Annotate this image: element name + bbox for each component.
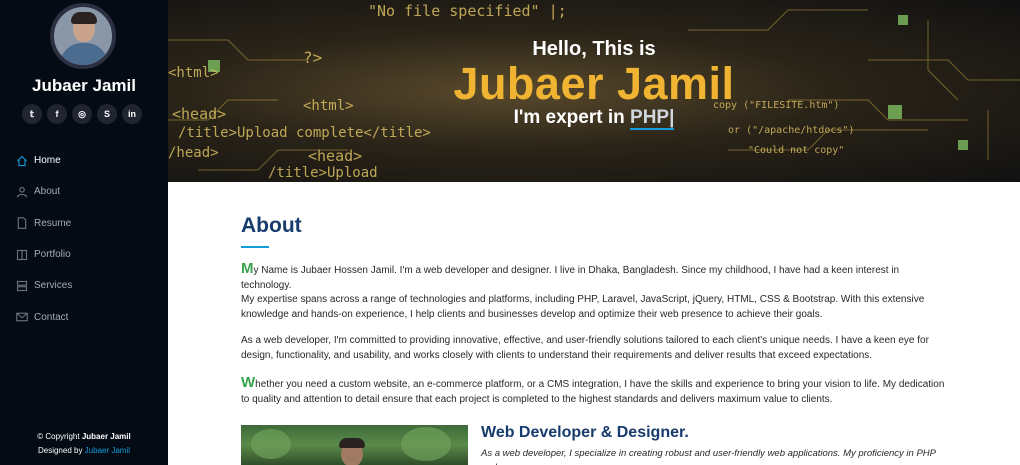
designer-link[interactable]: Jubaer Jamil (85, 446, 130, 455)
nav-item-services[interactable]: Services (16, 270, 72, 301)
profile-name: Jubaer Jamil (32, 76, 136, 95)
section-subtitle: Web Developer & Designer. (481, 424, 689, 441)
about-paragraph-3: As a web developer, I'm committed to pro… (241, 335, 929, 361)
designed-by: Designed by Jubaer Jamil (0, 444, 168, 458)
about-paragraph-4: Whether you need a custom website, an e-… (241, 374, 946, 407)
twitter-icon[interactable]: 𝕥 (22, 104, 42, 124)
nav-item-about[interactable]: About (16, 176, 72, 207)
nav-label: Home (34, 155, 61, 167)
copyright: © Copyright Jubaer Jamil (0, 430, 168, 444)
drop-cap: W (241, 374, 256, 391)
nav-label: Resume (34, 217, 72, 229)
designed-prefix: Designed by (37, 446, 85, 455)
hero-banner: "No file specified" |; <html> <head> /ti… (168, 0, 1020, 182)
drop-cap: M (241, 260, 254, 277)
title-underline (241, 246, 269, 248)
copyright-name: Jubaer Jamil (81, 432, 131, 441)
about-paragraph-1: My Name is Jubaer Hossen Jamil. I'm a we… (241, 260, 946, 293)
paragraph-text: y Name is Jubaer Hossen Jamil. I'm a web… (241, 265, 900, 291)
social-links: 𝕥 f ◎ S in (22, 104, 142, 124)
about-title: About (241, 214, 302, 237)
nav-label: Contact (34, 311, 69, 323)
sidebar: Jubaer Jamil 𝕥 f ◎ S in Home About Resum… (0, 0, 168, 465)
hero-name: Jubaer Jamil (453, 58, 735, 109)
expertise-prefix: I'm expert in (513, 107, 631, 128)
paragraph-text: hether you need a custom website, an e-c… (241, 379, 945, 405)
code-decoration: "No file specified" |; (368, 2, 567, 20)
instagram-icon[interactable]: ◎ (72, 104, 92, 124)
code-decoration: /title>Upload (268, 165, 378, 181)
subtitle-description: As a web developer, I specialize in crea… (481, 448, 936, 465)
nav-item-resume[interactable]: Resume (16, 208, 72, 239)
file-icon (17, 217, 27, 230)
facebook-icon[interactable]: f (47, 104, 67, 124)
user-icon (16, 186, 28, 198)
nav-menu: Home About Resume Portfolio Services Con… (16, 145, 72, 333)
avatar (50, 3, 116, 69)
nav-item-contact[interactable]: Contact (16, 301, 72, 332)
about-paragraph-2: My expertise spans across a range of tec… (241, 294, 925, 320)
nav-item-home[interactable]: Home (16, 145, 72, 176)
hero-expertise: I'm expert in PHP| (168, 107, 1020, 130)
code-decoration: /head> (168, 145, 219, 161)
typed-skill: PHP| (630, 107, 675, 130)
footer: © Copyright Jubaer Jamil Designed by Jub… (0, 430, 168, 458)
book-icon (16, 249, 28, 260)
home-icon (17, 155, 27, 166)
nav-label: Portfolio (34, 249, 71, 261)
nav-item-portfolio[interactable]: Portfolio (16, 239, 72, 270)
skype-icon[interactable]: S (97, 104, 117, 124)
nav-label: About (34, 186, 61, 198)
profile-photo (241, 425, 468, 465)
server-icon (16, 280, 28, 291)
linkedin-icon[interactable]: in (122, 104, 142, 124)
code-decoration: <head> (308, 147, 363, 165)
copyright-prefix: © Copyright (37, 432, 82, 441)
nav-label: Services (34, 280, 73, 292)
code-decoration: "Could not copy" (748, 145, 845, 156)
envelope-icon (16, 312, 28, 322)
